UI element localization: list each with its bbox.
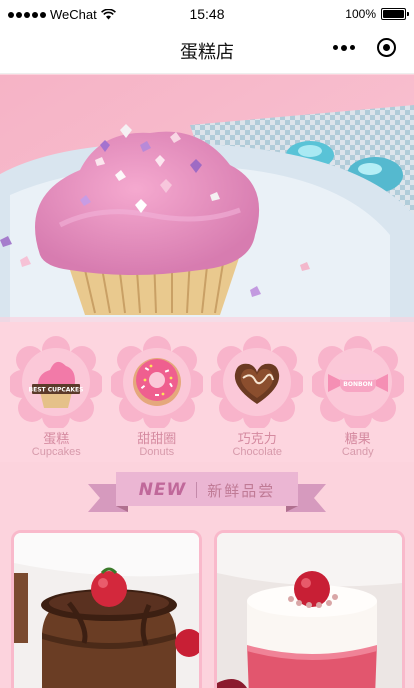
category-grid: BEST CUPCAKES 蛋糕 Cupcakes 甜甜圈 Donuts 巧克力… xyxy=(0,322,414,462)
close-icon[interactable] xyxy=(377,38,396,57)
category-chocolate[interactable]: 巧克力 Chocolate xyxy=(209,322,305,462)
category-label: 甜甜圈 xyxy=(137,431,177,446)
category-label-en: Cupcakes xyxy=(31,446,81,458)
category-label: 糖果 xyxy=(344,431,371,446)
status-bar: WeChat 15:48 100% xyxy=(0,0,414,28)
category-label-en: Chocolate xyxy=(232,446,283,458)
candy-icon: BONBON xyxy=(311,336,404,428)
category-label-en: Candy xyxy=(341,446,374,458)
product-card[interactable] xyxy=(11,530,202,688)
mini-program-capsule xyxy=(333,38,396,57)
category-label: 巧克力 xyxy=(237,431,277,446)
raspberry-mousse-image xyxy=(217,533,402,688)
section-ribbon: NEW 新鲜品尝 xyxy=(88,470,326,514)
hero-cupcake-image xyxy=(0,75,414,322)
donut-icon xyxy=(110,336,203,428)
chocolate-cake-image xyxy=(14,533,199,688)
svg-text:BEST CUPCAKES: BEST CUPCAKES xyxy=(29,387,84,394)
chocolate-heart-icon xyxy=(211,336,304,428)
cupcake-icon: BEST CUPCAKES xyxy=(10,336,103,428)
nav-bar: 蛋糕店 xyxy=(0,28,414,74)
battery-percent: 100% xyxy=(345,7,376,21)
ribbon-divider xyxy=(196,482,198,498)
category-cupcakes[interactable]: BEST CUPCAKES 蛋糕 Cupcakes xyxy=(8,322,104,462)
more-icon[interactable] xyxy=(333,44,355,51)
category-label: 蛋糕 xyxy=(43,431,70,446)
category-label-en: Donuts xyxy=(139,446,175,458)
ribbon-text: NEW 新鲜品尝 xyxy=(118,476,296,504)
battery-icon xyxy=(381,8,409,20)
hero-banner[interactable] xyxy=(0,75,414,322)
section-title: 新鲜品尝 xyxy=(207,482,276,500)
category-donuts[interactable]: 甜甜圈 Donuts xyxy=(109,322,205,462)
new-label: NEW xyxy=(138,480,187,500)
category-candy[interactable]: BONBON 糖果 Candy xyxy=(310,322,406,462)
status-right: 100% xyxy=(345,7,409,21)
product-card[interactable] xyxy=(214,530,405,688)
svg-text:BONBON: BONBON xyxy=(343,381,372,388)
